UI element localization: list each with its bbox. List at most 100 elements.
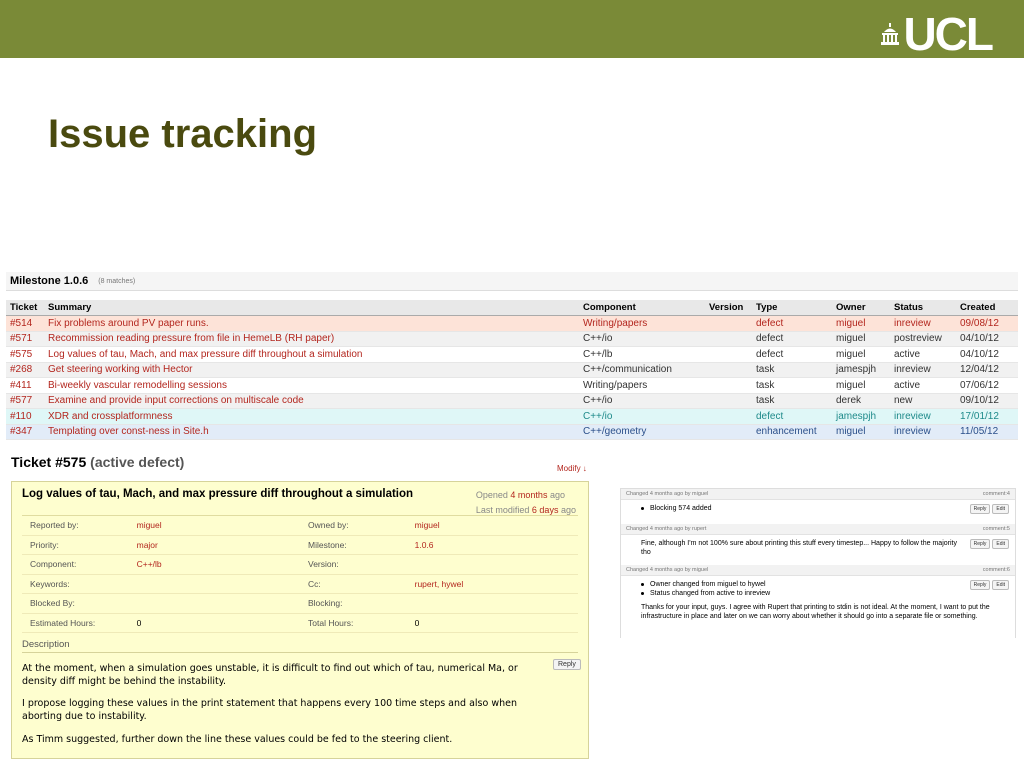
ticket-created: 11/05/12 <box>956 424 1018 440</box>
comment-text: Thanks for your input, guys. I agree wit… <box>641 604 990 620</box>
priority-link[interactable]: major <box>137 540 300 550</box>
ticket-status: new <box>890 393 956 409</box>
reporter-link[interactable]: miguel <box>137 520 300 530</box>
ticket-status: inreview <box>890 424 956 440</box>
ticket-id-link[interactable]: #268 <box>6 362 44 378</box>
cc-links[interactable]: rupert, hywel <box>415 579 578 589</box>
ticket-id-link[interactable]: #575 <box>6 346 44 363</box>
comment-meta: Changed 4 months ago by miguel <box>626 491 709 497</box>
column-header-ticket[interactable]: Ticket <box>6 300 44 316</box>
comment-actions: Reply Edit <box>969 580 1009 590</box>
ticket-summary-link[interactable]: Templating over const-ness in Site.h <box>44 424 579 440</box>
ticket-created: 12/04/12 <box>956 362 1018 378</box>
ticket-type: task <box>752 377 832 394</box>
modified-value-link[interactable]: 6 days <box>532 505 559 515</box>
comment-number-link[interactable]: comment:4 <box>983 491 1010 497</box>
ticket-heading: Ticket #575 (active defect) <box>11 454 184 470</box>
table-row: #268 Get steering working with Hector C+… <box>6 362 1018 378</box>
table-row: #347 Templating over const-ness in Site.… <box>6 424 1018 440</box>
ticket-id-link[interactable]: #110 <box>6 408 44 425</box>
ticket-id-link[interactable]: #411 <box>6 377 44 394</box>
ticket-table: Ticket Summary Component Version Type Ow… <box>6 300 1018 440</box>
comment-actions: Reply Edit <box>969 539 1009 549</box>
property-label: Priority: <box>30 539 59 550</box>
ticket-summary-link[interactable]: Log values of tau, Mach, and max pressur… <box>44 346 579 363</box>
property-row: Estimated Hours: 0 Total Hours: 0 <box>22 614 578 633</box>
ticket-id-link[interactable]: #347 <box>6 424 44 440</box>
ticket-id-link[interactable]: #514 <box>6 315 44 332</box>
ticket-summary-link[interactable]: Examine and provide input corrections on… <box>44 393 579 409</box>
ticket-component: C++/io <box>579 393 705 409</box>
comment-meta: Changed 4 months ago by miguel <box>626 567 709 573</box>
comment-reply-button[interactable]: Reply <box>969 580 991 590</box>
property-label: Component: <box>30 559 77 570</box>
ticket-summary-link[interactable]: Get steering working with Hector <box>44 362 579 378</box>
ticket-owner: miguel <box>832 346 890 363</box>
comment-reply-button[interactable]: Reply <box>969 539 991 549</box>
column-header-component[interactable]: Component <box>579 300 705 316</box>
comment-number-link[interactable]: comment:5 <box>983 526 1010 532</box>
ticket-version <box>705 315 752 332</box>
comment-header: Changed 4 months ago by miguel comment:6 <box>621 565 1015 576</box>
property-row: Component: C++/lb Version: <box>22 555 578 575</box>
ticket-id-link[interactable]: #577 <box>6 393 44 409</box>
milestone-link[interactable]: 1.0.6 <box>415 540 578 550</box>
opened-value-link[interactable]: 4 months <box>510 490 547 500</box>
property-label: Blocking: <box>308 598 343 609</box>
column-header-owner[interactable]: Owner <box>832 300 890 316</box>
property-label: Owned by: <box>308 520 349 531</box>
comment-actions: Reply Edit <box>969 504 1009 514</box>
ticket-heading-prefix: Ticket <box>11 454 52 470</box>
modified-label: Last modified <box>475 505 530 515</box>
ticket-component: C++/lb <box>579 346 705 363</box>
ticket-summary-link[interactable]: Bi-weekly vascular remodelling sessions <box>44 377 579 394</box>
ticket-owner: miguel <box>832 424 890 440</box>
table-header-row: Ticket Summary Component Version Type Ow… <box>6 300 1018 316</box>
owner-link[interactable]: miguel <box>415 520 578 530</box>
component-link[interactable]: C++/lb <box>137 559 300 569</box>
comment-header: Changed 4 months ago by miguel comment:4 <box>621 489 1015 500</box>
comment-edit-button[interactable]: Edit <box>992 504 1009 514</box>
ticket-version <box>705 346 752 363</box>
ticket-component: Writing/papers <box>579 315 705 332</box>
reply-button[interactable]: Reply <box>553 659 581 670</box>
comment-edit-button[interactable]: Edit <box>992 580 1009 590</box>
ticket-created: 17/01/12 <box>956 408 1018 425</box>
ticket-summary-title: Log values of tau, Mach, and max pressur… <box>22 488 414 500</box>
column-header-version[interactable]: Version <box>705 300 752 316</box>
comment-number-link[interactable]: comment:6 <box>983 567 1010 573</box>
comment-change-text: Blocking 574 added <box>650 505 712 512</box>
column-header-status[interactable]: Status <box>890 300 956 316</box>
ticket-summary-link[interactable]: Recommission reading pressure from file … <box>44 331 579 347</box>
ticket-created: 04/10/12 <box>956 331 1018 347</box>
bullet-icon <box>641 591 644 595</box>
column-header-created[interactable]: Created <box>956 300 1018 316</box>
column-header-type[interactable]: Type <box>752 300 832 316</box>
ticket-owner: derek <box>832 393 890 409</box>
comment-change-text: Owner changed from miguel to hywel <box>650 581 766 588</box>
property-label: Estimated Hours: <box>30 617 96 628</box>
ticket-component: Writing/papers <box>579 377 705 394</box>
comment-change-text: Status changed from active to inreview <box>650 590 771 597</box>
ticket-version <box>705 331 752 347</box>
modify-link[interactable]: Modify ↓ <box>557 464 587 473</box>
modified-suffix: ago <box>560 505 576 515</box>
comment-edit-button[interactable]: Edit <box>992 539 1009 549</box>
comment-meta: Changed 4 months ago by rupert <box>626 526 707 532</box>
property-row: Keywords: Cc: rupert, hywel <box>22 575 578 594</box>
ticket-id-link[interactable]: #571 <box>6 331 44 347</box>
bullet-icon <box>641 506 644 510</box>
table-row: #575 Log values of tau, Mach, and max pr… <box>6 346 1018 363</box>
comment-reply-button[interactable]: Reply <box>969 504 991 514</box>
column-header-summary[interactable]: Summary <box>44 300 579 316</box>
ticket-owner: miguel <box>832 377 890 394</box>
property-row: Priority: major Milestone: 1.0.6 <box>22 536 578 555</box>
ticket-version <box>705 424 752 440</box>
ticket-summary-link[interactable]: Fix problems around PV paper runs. <box>44 315 579 332</box>
ticket-status: active <box>890 346 956 363</box>
ticket-summary-link[interactable]: XDR and crossplatformness <box>44 408 579 425</box>
ticket-type: defect <box>752 346 832 363</box>
ticket-status: active <box>890 377 956 394</box>
header-bar: UCL <box>0 0 1024 58</box>
portico-icon <box>881 23 900 45</box>
